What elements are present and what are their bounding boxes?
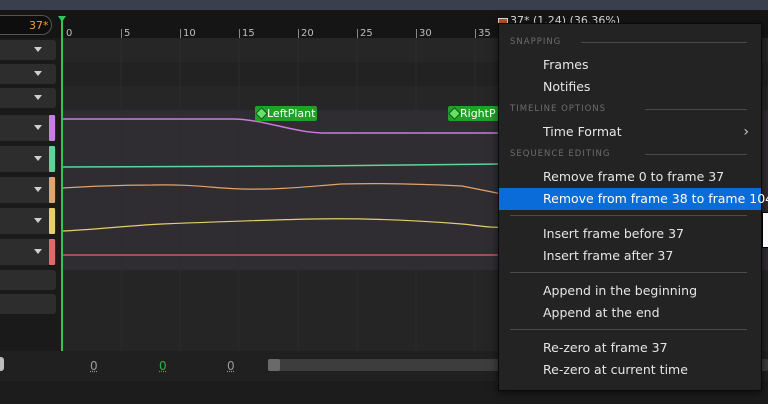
menu-divider (645, 109, 747, 110)
menu-item-rezero-frame[interactable]: Re-zero at frame 37 (499, 337, 761, 359)
menu-divider (510, 215, 747, 216)
context-menu: SNAPPING Frames Notifies TIMELINE OPTION… (498, 23, 768, 391)
chevron-right-icon: › (743, 124, 749, 140)
current-frame-readout: 37* (29, 19, 49, 32)
curve-track-header[interactable] (0, 115, 56, 141)
tooltip-edge (762, 212, 768, 248)
menu-item-insert-after[interactable]: Insert frame after 37 (499, 245, 761, 267)
chevron-down-icon[interactable] (34, 125, 42, 130)
notify-marker[interactable]: RightP (448, 106, 500, 121)
menu-item-insert-before[interactable]: Insert frame before 37 (499, 223, 761, 245)
menu-item-label: Time Format (543, 124, 622, 139)
curve-color-swatch[interactable] (49, 239, 55, 265)
notify-label: RightP (460, 107, 496, 120)
menu-divider (581, 42, 747, 43)
menu-item-notifies[interactable]: Notifies (499, 76, 761, 98)
menu-divider (510, 272, 747, 273)
menu-item-remove-after[interactable]: Remove from frame 38 to frame 104 (499, 188, 768, 210)
curve-track-header[interactable] (0, 177, 56, 203)
chevron-down-icon[interactable] (34, 95, 42, 100)
notify-marker[interactable]: LeftPlant (255, 106, 317, 121)
menu-item-rezero-time[interactable]: Re-zero at current time (499, 359, 761, 381)
menu-item-frames[interactable]: Frames (499, 54, 761, 76)
curve-line (62, 183, 503, 195)
menu-item-append-beginning[interactable]: Append in the beginning (499, 280, 761, 302)
curve-line (62, 118, 502, 134)
notify-label: LeftPlant (267, 107, 316, 120)
curve-track-header[interactable] (0, 146, 56, 172)
chevron-down-icon[interactable] (34, 249, 42, 254)
diamond-icon (255, 107, 268, 120)
menu-section-heading: TIMELINE OPTIONS (510, 104, 607, 114)
track-header[interactable] (0, 270, 56, 290)
curve-color-swatch[interactable] (49, 115, 55, 141)
window-top-strip (0, 0, 768, 10)
track-header[interactable] (0, 294, 56, 314)
count-value[interactable]: 0 (227, 359, 235, 373)
scrollbar-thumb[interactable] (268, 359, 280, 371)
menu-item-remove-before[interactable]: Remove frame 0 to frame 37 (499, 166, 761, 188)
count-value[interactable]: 0 (90, 359, 98, 373)
curve-track-header[interactable] (0, 239, 56, 265)
track-list-panel (0, 38, 58, 351)
curve-color-swatch[interactable] (49, 177, 55, 203)
curve-color-swatch[interactable] (49, 208, 55, 234)
chevron-down-icon[interactable] (34, 71, 42, 76)
count-value[interactable]: 0 (159, 359, 167, 373)
chevron-down-icon[interactable] (34, 47, 42, 52)
track-header[interactable] (0, 40, 56, 60)
menu-divider (510, 329, 747, 330)
menu-section-heading: SEQUENCE EDITING (510, 149, 611, 159)
menu-section-heading: SNAPPING (510, 37, 562, 47)
chevron-down-icon[interactable] (34, 156, 42, 161)
diamond-icon (448, 107, 461, 120)
curve-track-header[interactable] (0, 208, 56, 234)
menu-item-append-end[interactable]: Append at the end (499, 302, 761, 324)
chevron-down-icon[interactable] (34, 187, 42, 192)
chevron-down-icon[interactable] (34, 218, 42, 223)
curve-line (62, 218, 503, 232)
link-icon[interactable] (0, 357, 4, 371)
menu-item-time-format[interactable]: Time Format › (499, 121, 761, 143)
playhead-line[interactable] (61, 16, 63, 351)
track-header[interactable] (0, 88, 56, 108)
track-header[interactable] (0, 64, 56, 84)
curve-color-swatch[interactable] (49, 146, 55, 172)
menu-divider (645, 154, 747, 155)
curve-line (62, 163, 503, 168)
